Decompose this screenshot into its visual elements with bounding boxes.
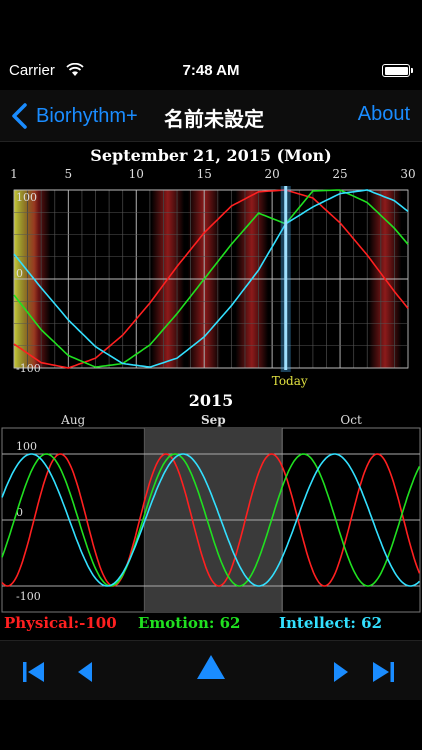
x-tick-label: 25 xyxy=(332,167,347,181)
page-title: 名前未設定 xyxy=(164,109,264,131)
quarterly-biorhythm-chart[interactable]: Aug Sep Oct1000-100 xyxy=(0,410,422,615)
x-tick-label: 1 xyxy=(10,167,18,181)
x-tick-label: 20 xyxy=(264,167,279,181)
previous-button[interactable] xyxy=(72,659,100,685)
x-tick-label: 30 xyxy=(400,167,415,181)
battery-icon xyxy=(382,64,413,77)
overview-y-label: 100 xyxy=(16,440,37,453)
emotion-value: Emotion: 62 xyxy=(138,614,241,632)
triangle-up-icon xyxy=(197,655,225,679)
intellect-value: Intellect: 62 xyxy=(279,614,383,632)
overview-y-label: -100 xyxy=(16,590,41,603)
month-label: Sep xyxy=(201,413,226,427)
year-title: 2015 xyxy=(188,391,234,410)
month-label: Aug xyxy=(60,413,85,427)
values-row: Physical:-100 Emotion: 62 Intellect: 62 xyxy=(0,614,422,636)
today-button[interactable] xyxy=(195,653,227,681)
first-button[interactable] xyxy=(20,659,48,685)
month-label: Oct xyxy=(340,413,362,427)
physical-value: Physical:-100 xyxy=(4,614,117,632)
bottom-toolbar xyxy=(0,640,422,700)
x-tick-label: 15 xyxy=(197,167,212,181)
date-title: September 21, 2015 (Mon) xyxy=(90,146,332,165)
status-time: 7:48 AM xyxy=(182,62,240,79)
monthly-biorhythm-chart[interactable]: 1 5 10 15 20 25 301000-100Today xyxy=(0,164,422,388)
back-button[interactable]: Biorhythm+ xyxy=(10,101,138,131)
skip-first-icon xyxy=(23,662,44,682)
today-label: Today xyxy=(272,374,308,388)
about-button[interactable]: About xyxy=(358,103,410,126)
x-tick-label: 10 xyxy=(129,167,144,181)
x-tick-label: 5 xyxy=(65,167,73,181)
last-button[interactable] xyxy=(369,659,397,685)
back-button-label: Biorhythm+ xyxy=(36,104,138,127)
navigation-bar: Biorhythm+ 名前未設定 About xyxy=(0,90,422,142)
y-tick-label: 0 xyxy=(16,267,23,280)
y-tick-label: -100 xyxy=(16,362,41,375)
skip-last-icon xyxy=(373,662,394,682)
triangle-left-icon xyxy=(78,662,92,682)
chevron-left-icon xyxy=(12,103,27,129)
y-tick-label: 100 xyxy=(16,191,37,204)
next-button[interactable] xyxy=(326,659,354,685)
triangle-right-icon xyxy=(334,662,348,682)
